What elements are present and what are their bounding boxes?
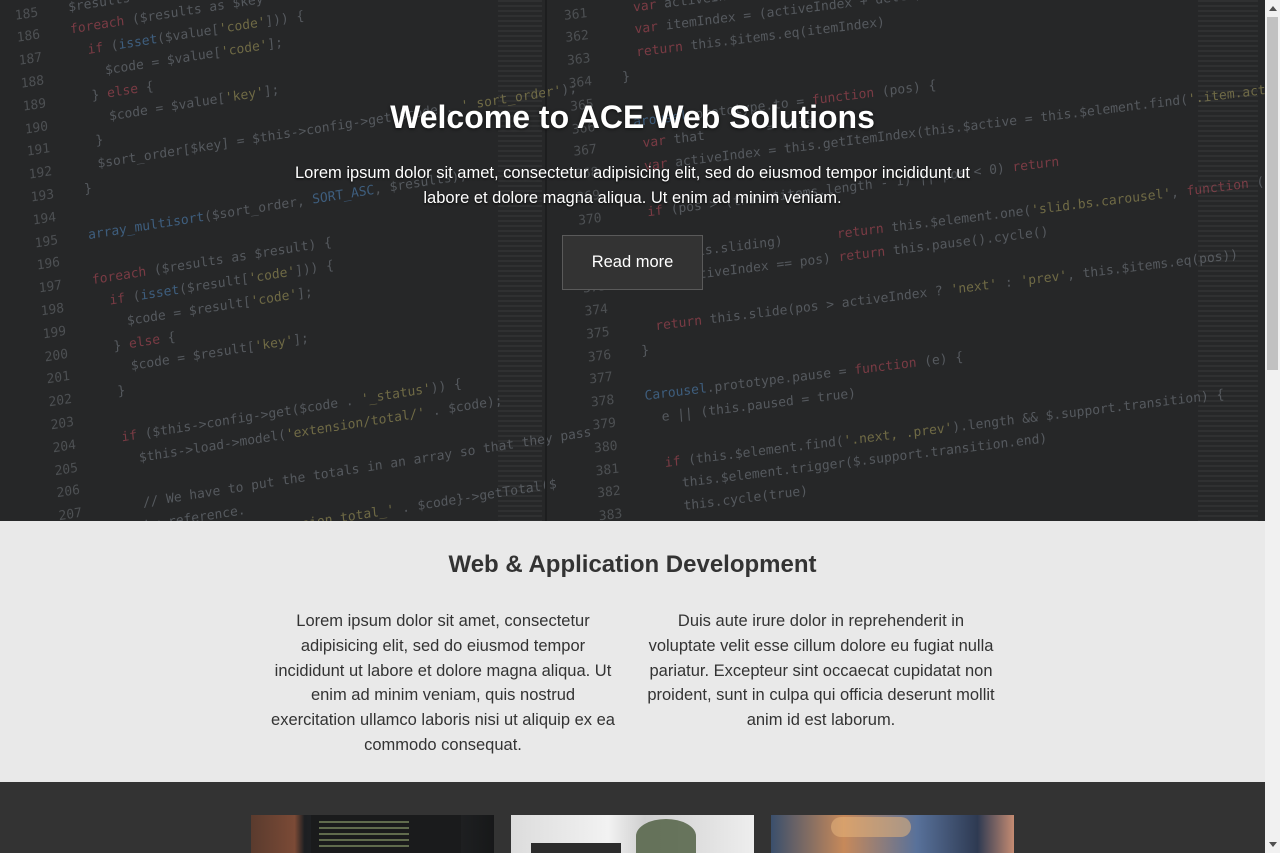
services-text-left: Lorem ipsum dolor sit amet, consectetur … <box>271 612 615 754</box>
scroll-up-icon <box>1268 6 1277 11</box>
gallery-section <box>0 782 1265 853</box>
code-text: } <box>101 383 126 403</box>
code-text: } <box>83 180 93 198</box>
code-minimap-right <box>1198 0 1258 521</box>
services-text-right: Duis aute irure dolor in reprehenderit i… <box>647 612 995 730</box>
code-text: } <box>640 342 650 359</box>
editor-divider <box>545 0 547 521</box>
services-section: Web & Application Development Lorem ipsu… <box>0 521 1265 782</box>
hero-title: Welcome to ACE Web Solutions <box>390 99 875 135</box>
hero-section: 183$lpa...184$sort_order = array();185$r… <box>0 0 1265 521</box>
hero-text: Lorem ipsum dolor sit amet, consectetur … <box>294 164 970 207</box>
code-text: } <box>621 69 631 86</box>
laptop-screen <box>311 815 461 853</box>
bokeh-light <box>831 817 911 837</box>
desk-device <box>531 843 621 853</box>
scrollbar-thumb[interactable] <box>1267 17 1278 370</box>
plant-leaves <box>636 819 696 853</box>
page-scrollbar[interactable] <box>1265 0 1280 853</box>
scroll-down-icon <box>1268 842 1277 847</box>
read-more-button[interactable]: Read more <box>562 235 703 290</box>
gallery-image-desk-plant[interactable] <box>511 815 754 853</box>
code-minimap-left <box>498 0 542 521</box>
scroll-up-button[interactable] <box>1265 0 1280 17</box>
scroll-down-button[interactable] <box>1265 836 1280 853</box>
gallery-image-blurred-screen[interactable] <box>771 815 1014 853</box>
services-title: Web & Application Development <box>448 551 817 578</box>
gallery-image-laptop-code[interactable] <box>251 815 494 853</box>
